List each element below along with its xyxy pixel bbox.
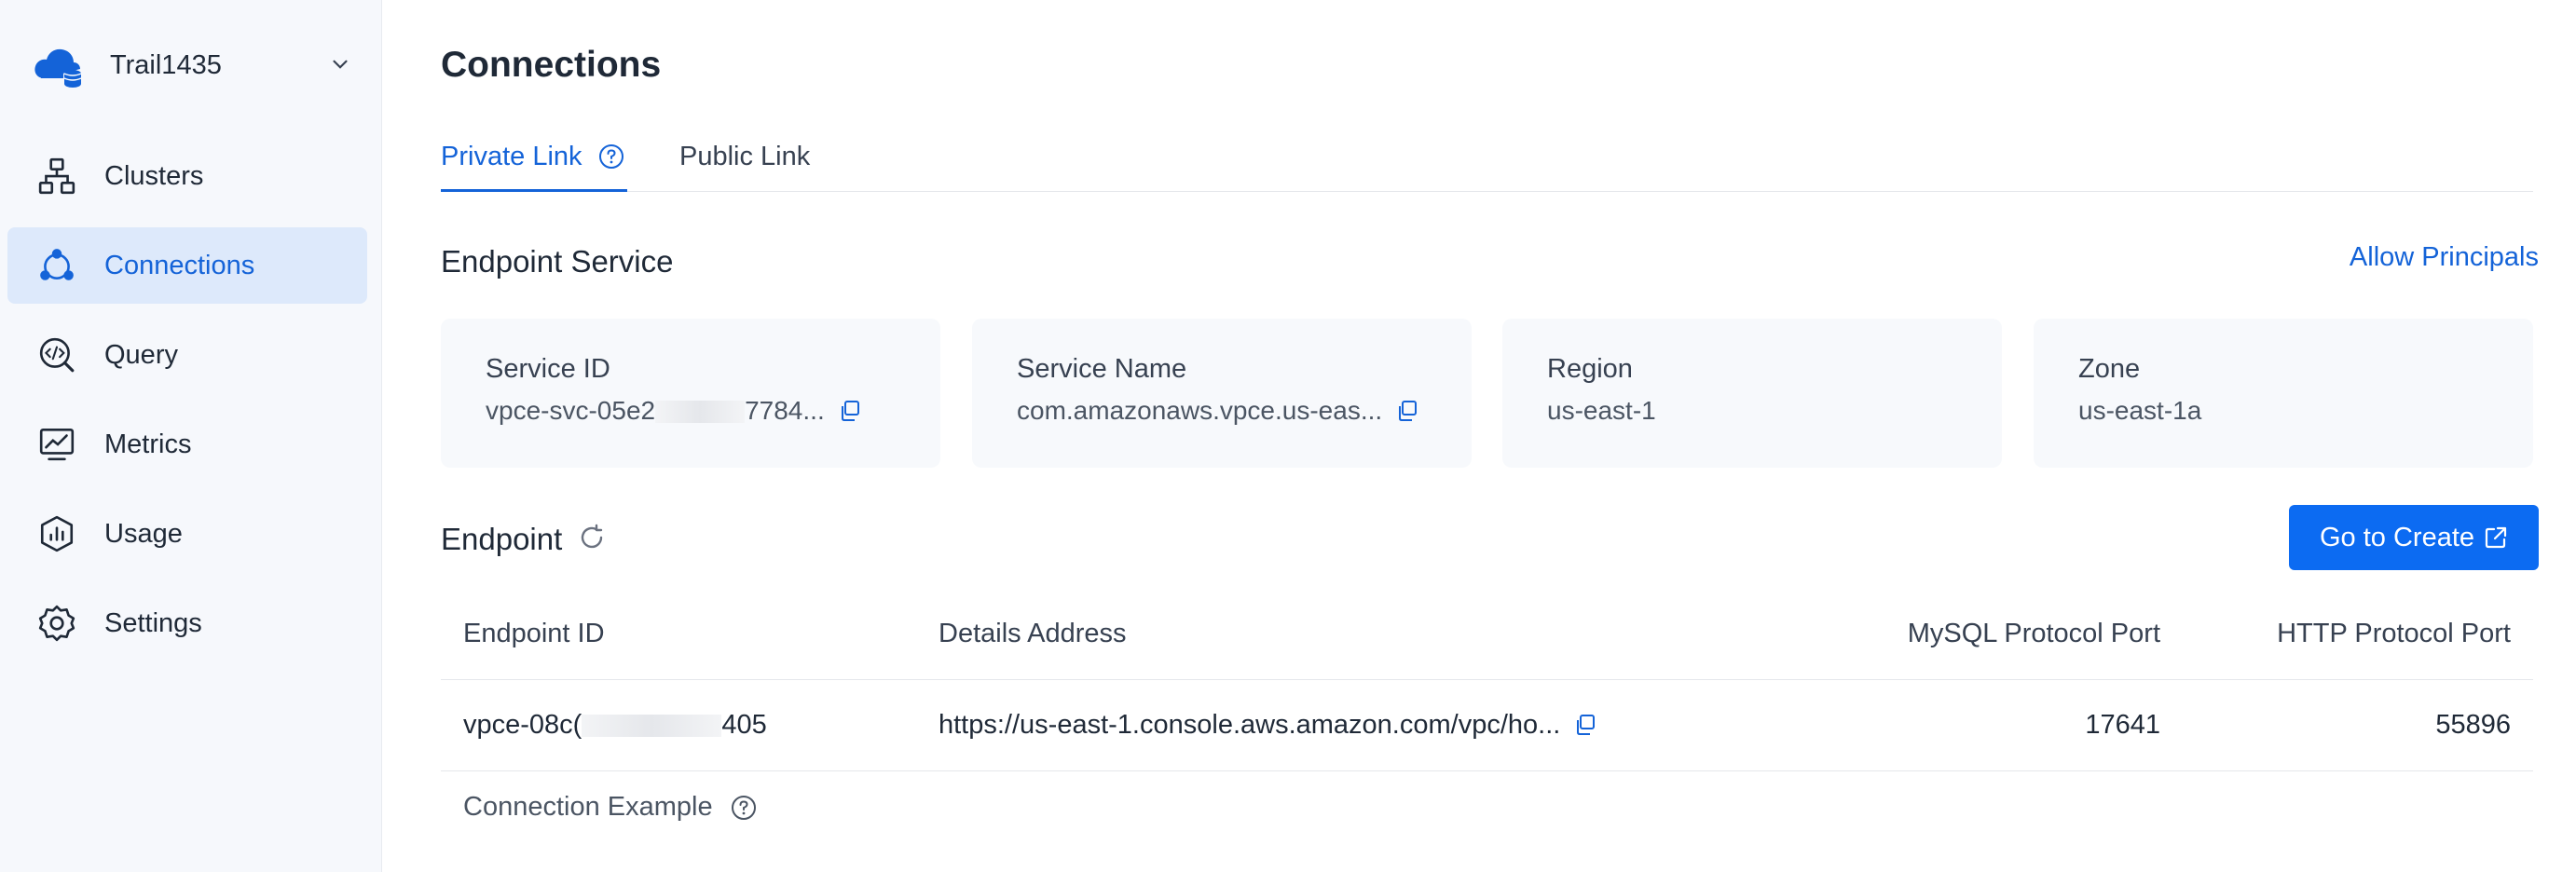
sidebar-item-clusters[interactable]: Clusters [7,138,367,214]
settings-icon [38,605,75,642]
details-address-value: https://us-east-1.console.aws.amazon.com… [939,710,1561,740]
tab-label: Public Link [679,142,811,171]
endpoint-id-suffix: 405 [721,710,767,740]
metrics-icon [39,428,75,461]
details-address-cell: https://us-east-1.console.aws.amazon.com… [939,710,1597,741]
usage-icon [40,515,74,552]
endpoint-title: Endpoint [441,522,563,556]
card-value: com.amazonaws.vpce.us-eas... [1017,396,1419,426]
tab-label: Private Link [441,142,582,171]
column-header: HTTP Protocol Port [2277,619,2511,648]
sidebar-item-usage[interactable]: Usage [7,496,367,572]
zone-card: Zone us-east-1a [2034,319,2533,468]
http-port-cell: 55896 [2435,710,2511,740]
redacted-mask [655,401,746,423]
help-circle-icon[interactable] [597,143,625,170]
mysql-port-cell: 17641 [2085,710,2160,740]
endpoint-id-cell: vpce-08c( 405 [463,710,767,741]
tab-public-link[interactable]: Public Link [679,142,810,192]
main-content: Connections Private Link Public Link End… [382,0,2576,872]
table-row: vpce-08c( 405 https://us-east-1.console.a… [441,680,2533,771]
sidebar-item-label: Settings [104,607,202,638]
copy-icon[interactable] [838,399,862,423]
card-value: us-east-1 [1547,396,1656,425]
card-key: Service Name [1017,354,1187,384]
redacted-mask [582,715,722,737]
copy-icon[interactable] [1573,713,1597,737]
sidebar-item-label: Clusters [104,160,204,191]
service-id-suffix: 7784... [745,396,825,425]
tab-bar: Private Link Public Link [441,134,2533,192]
column-header: Details Address [939,619,1127,648]
org-switcher[interactable]: Trail1435 [32,39,358,91]
sidebar-item-settings[interactable]: Settings [7,585,367,661]
sidebar-item-metrics[interactable]: Metrics [7,406,367,483]
sidebar: Trail1435 Clusters Connections Query Met… [0,0,382,872]
chevron-down-icon[interactable] [328,52,352,76]
connection-example[interactable]: Connection Example [463,792,758,823]
refresh-icon[interactable] [578,524,606,552]
column-header: MySQL Protocol Port [1907,619,2160,648]
card-value: us-east-1a [2078,396,2202,425]
go-to-create-button[interactable]: Go to Create [2289,505,2539,570]
sidebar-item-label: Metrics [104,429,192,459]
sidebar-item-connections[interactable]: Connections [7,227,367,304]
connections-icon [40,249,74,280]
service-name-value: com.amazonaws.vpce.us-eas... [1017,396,1383,425]
page-title: Connections [441,45,662,85]
card-key: Service ID [486,354,610,384]
endpoint-id-prefix: vpce-08c( [463,710,582,740]
sidebar-item-label: Usage [104,518,183,549]
copy-icon[interactable] [1395,399,1419,423]
region-card: Region us-east-1 [1502,319,2002,468]
connection-example-label: Connection Example [463,792,713,822]
external-link-icon [2485,526,2507,549]
card-value: vpce-svc-05e2 7784... [486,396,862,426]
help-circle-icon[interactable] [730,794,758,822]
table-header-row: Endpoint ID Details Address MySQL Protoc… [441,596,2533,680]
sidebar-item-query[interactable]: Query [7,317,367,393]
service-id-card: Service ID vpce-svc-05e2 7784... [441,319,940,468]
clusters-icon [38,157,75,195]
tab-private-link[interactable]: Private Link [441,142,627,192]
card-key: Zone [2078,354,2141,384]
query-icon [39,337,75,373]
card-key: Region [1547,354,1633,384]
column-header: Endpoint ID [463,619,605,648]
endpoint-service-title: Endpoint Service [441,244,674,279]
button-label: Go to Create [2319,522,2475,552]
cloud-database-logo-icon [34,48,82,88]
allow-principals-link[interactable]: Allow Principals [2350,242,2539,273]
service-id-prefix: vpce-svc-05e2 [486,396,656,425]
org-name: Trail1435 [110,49,222,80]
service-name-card: Service Name com.amazonaws.vpce.us-eas..… [972,319,1472,468]
sidebar-item-label: Connections [104,250,255,280]
sidebar-item-label: Query [104,339,178,370]
